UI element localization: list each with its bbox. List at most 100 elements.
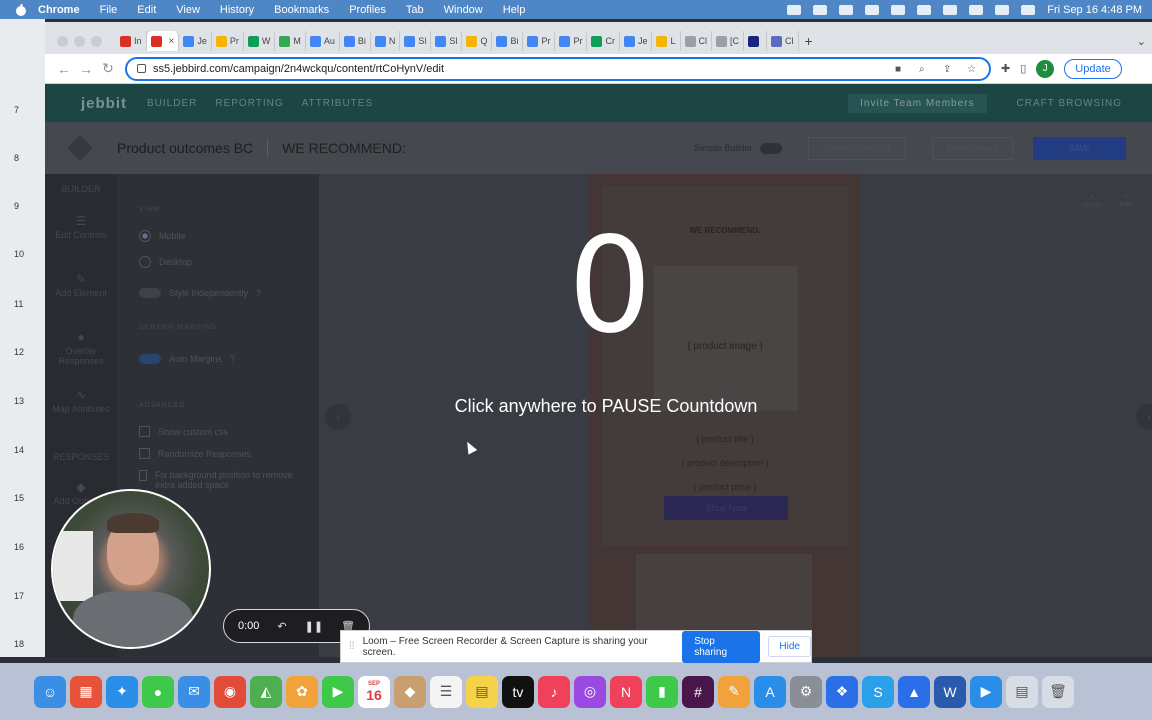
profile-avatar[interactable]: J [1036, 59, 1055, 78]
share-icon[interactable]: ⇪ [943, 64, 955, 75]
facetime-icon[interactable]: ▶ [322, 675, 354, 708]
browser-tab[interactable]: Bi [340, 31, 371, 51]
lock-icon[interactable] [137, 64, 146, 73]
url-text[interactable]: ss5.jebbird.com/campaign/2n4wckqu/conten… [153, 63, 883, 75]
undo-icon[interactable]: ↶ [277, 620, 286, 633]
camera-icon[interactable]: ■ [895, 64, 907, 75]
address-bar[interactable]: ss5.jebbird.com/campaign/2n4wckqu/conten… [125, 56, 991, 81]
safari-icon[interactable]: ✦ [106, 675, 138, 708]
zoom-menu-icon[interactable] [839, 4, 854, 15]
menu-window[interactable]: Window [444, 4, 483, 16]
contacts-icon[interactable]: ◆ [394, 675, 426, 708]
update-button[interactable]: Update [1064, 58, 1122, 79]
drag-handle-icon[interactable]: ⁞⁞ [349, 641, 355, 652]
browser-tab[interactable]: Pr [212, 31, 244, 51]
browser-tab[interactable]: × [146, 31, 180, 51]
countdown-overlay[interactable] [45, 84, 1152, 657]
finder-icon[interactable]: ☺ [34, 675, 66, 708]
side-panel-icon[interactable]: ▯ [1020, 62, 1026, 75]
browser-tab[interactable]: Au [306, 31, 340, 51]
pages-icon[interactable]: ✎ [718, 675, 750, 708]
menu-history[interactable]: History [220, 4, 254, 16]
browser-tab[interactable]: Je [620, 31, 653, 51]
launchpad-icon[interactable]: ▦ [70, 675, 102, 708]
browser-tab[interactable] [744, 31, 767, 51]
apple-logo-icon[interactable] [14, 3, 28, 17]
calendar-icon[interactable]: SEP 16 [358, 675, 390, 708]
browser-tab[interactable]: L [652, 31, 681, 51]
pause-countdown-message[interactable]: Click anywhere to PAUSE Countdown [436, 396, 776, 417]
zoom-magnifier-icon[interactable]: ⌕ [919, 64, 931, 75]
trash-icon[interactable]: 🗑 [1042, 675, 1074, 708]
photos-icon[interactable]: ✿ [286, 675, 318, 708]
news-icon[interactable]: N [610, 675, 642, 708]
menu-profiles[interactable]: Profiles [349, 4, 386, 16]
browser-tab[interactable]: N [371, 31, 401, 51]
browser-tab[interactable]: Cr [587, 31, 620, 51]
browser-tab[interactable]: [C [712, 31, 744, 51]
screen-record-icon[interactable] [813, 4, 828, 15]
spotlight-search-icon[interactable] [969, 4, 984, 15]
browser-tab[interactable]: In [116, 31, 147, 51]
tv-icon[interactable]: tv [502, 675, 534, 708]
menu-help[interactable]: Help [503, 4, 526, 16]
moon-icon[interactable] [891, 4, 906, 15]
chrome-icon[interactable]: ◉ [214, 675, 246, 708]
browser-tab[interactable]: Sl [431, 31, 463, 51]
forward-arrow-icon[interactable]: → [75, 61, 97, 77]
zoom-icon[interactable]: ▶ [970, 675, 1002, 708]
messages-icon[interactable]: ● [142, 675, 174, 708]
siri-icon[interactable] [1021, 4, 1036, 15]
browser-tab[interactable]: Q [462, 31, 493, 51]
menu-tab[interactable]: Tab [406, 4, 424, 16]
keynote-icon[interactable]: ▲ [898, 675, 930, 708]
browser-tab[interactable]: Sl [400, 31, 432, 51]
downloads-icon[interactable]: ▤ [1006, 675, 1038, 708]
reminders-icon[interactable]: ☰ [430, 675, 462, 708]
pause-icon[interactable]: ❚❚ [305, 620, 323, 633]
app-store-icon[interactable]: A [754, 675, 786, 708]
slack-icon[interactable]: # [682, 675, 714, 708]
wifi-icon[interactable] [943, 4, 958, 15]
control-center-icon[interactable] [995, 4, 1010, 15]
menu-view[interactable]: View [176, 4, 200, 16]
status-menu-icon[interactable] [787, 4, 802, 15]
browser-tab[interactable]: Je [179, 31, 212, 51]
browser-tab[interactable]: Pr [523, 31, 556, 51]
system-preferences-icon[interactable]: ⚙ [790, 675, 822, 708]
numbers-icon[interactable]: ▮ [646, 675, 678, 708]
webcam-bubble[interactable] [51, 489, 211, 649]
browser-tab[interactable]: Pr [555, 31, 588, 51]
battery-icon[interactable] [917, 4, 932, 15]
dropbox-icon[interactable]: ❖ [826, 675, 858, 708]
podcasts-icon[interactable]: ◎ [574, 675, 606, 708]
minimize-window-button[interactable] [74, 35, 85, 47]
menu-bookmarks[interactable]: Bookmarks [274, 4, 329, 16]
skype-icon[interactable]: S [862, 675, 894, 708]
stop-sharing-button[interactable]: Stop sharing [682, 630, 761, 663]
menubar-datetime[interactable]: Fri Sep 16 4:48 PM [1047, 4, 1142, 16]
browser-tab[interactable]: Bi [492, 31, 524, 51]
close-tab-icon[interactable]: × [169, 36, 175, 47]
new-tab-icon[interactable]: + [805, 33, 813, 49]
menu-edit[interactable]: Edit [137, 4, 156, 16]
music-icon[interactable]: ♪ [538, 675, 570, 708]
browser-tab[interactable]: Cl [681, 31, 712, 51]
extensions-puzzle-icon[interactable]: ✚ [1001, 62, 1010, 75]
tab-search-chevron-icon[interactable]: ⌄ [1137, 35, 1146, 48]
word-icon[interactable]: W [934, 675, 966, 708]
hide-button[interactable]: Hide [768, 636, 811, 657]
reload-icon[interactable]: ↻ [97, 60, 119, 77]
mail-icon[interactable]: ✉ [178, 675, 210, 708]
browser-tab[interactable]: W [244, 31, 276, 51]
close-window-button[interactable] [57, 35, 68, 47]
maximize-window-button[interactable] [91, 35, 102, 47]
menu-file[interactable]: File [100, 4, 118, 16]
browser-tab[interactable]: M [275, 31, 306, 51]
browser-tab[interactable]: Cl [767, 31, 799, 51]
menu-app-name[interactable]: Chrome [38, 4, 80, 16]
settings-gear-icon[interactable] [865, 4, 880, 15]
notes-icon[interactable]: ▤ [466, 675, 498, 708]
back-arrow-icon[interactable]: ← [53, 61, 75, 77]
countdown-number[interactable]: 0 [560, 220, 660, 352]
